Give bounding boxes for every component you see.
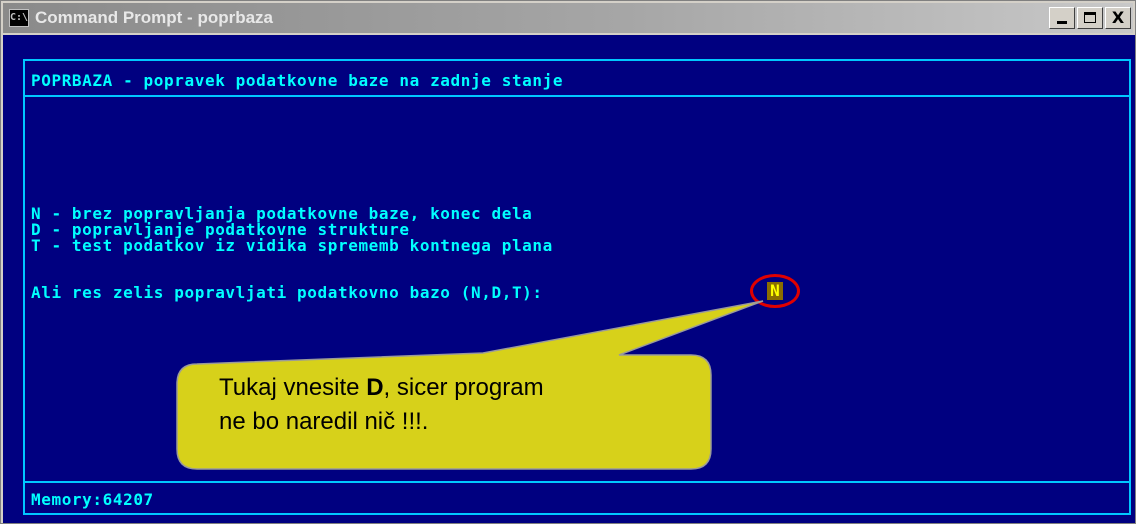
callout-bubble [176,300,764,470]
callout-prefix: Tukaj vnesite [219,374,367,401]
callout-suffix: , sicer program [383,374,544,401]
console-window: C:\ Command Prompt - poprbaza X POPRBAZA… [0,0,1136,524]
callout-text: Tukaj vnesite D, sicer program ne bo nar… [219,371,689,439]
callout-bold: D [366,374,384,401]
callout-line-2: ne bo naredil nič !!!. [219,408,429,435]
callout-line-1: Tukaj vnesite D, sicer program [219,371,689,405]
